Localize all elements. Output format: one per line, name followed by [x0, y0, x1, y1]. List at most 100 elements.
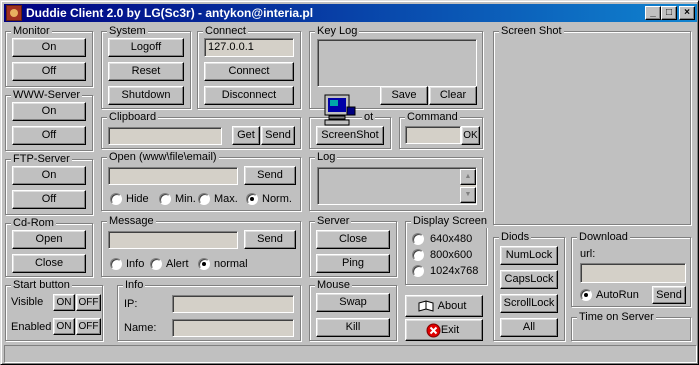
system-group-title: System — [107, 24, 148, 38]
resolution-1024-radio[interactable] — [412, 265, 424, 277]
shutdown-button[interactable]: Shutdown — [108, 86, 184, 105]
keylog-clear-button[interactable]: Clear — [429, 86, 477, 105]
time-on-server-group-title: Time on Server — [577, 310, 656, 324]
command-ok-button[interactable]: OK — [461, 126, 480, 145]
screenshot-button[interactable]: ScreenShot — [316, 126, 384, 145]
enabled-on-button[interactable]: ON — [53, 318, 75, 335]
download-group-title: Download — [577, 230, 630, 244]
open-group: Open (www\file\email) Send Hide Min. Max… — [101, 150, 301, 211]
log-scroll-down-button[interactable]: ▼ — [460, 187, 476, 203]
clipboard-group-title: Clipboard — [107, 110, 159, 124]
info-name-field[interactable] — [172, 319, 294, 337]
log-scrollbar[interactable]: ▲ ▼ — [460, 169, 476, 203]
max-label: Max. — [214, 193, 238, 205]
screen-shot-view[interactable] — [497, 38, 687, 220]
all-diods-button[interactable]: All — [500, 318, 558, 337]
server-ping-button[interactable]: Ping — [316, 254, 390, 273]
info-radio[interactable] — [110, 258, 122, 270]
server-close-button[interactable]: Close — [316, 230, 390, 249]
open-input[interactable] — [108, 167, 238, 185]
exit-button-label: Exit — [440, 324, 460, 336]
disconnect-button[interactable]: Disconnect — [204, 86, 294, 105]
exit-button[interactable]: Exit — [405, 319, 483, 341]
monitor-off-button[interactable]: Off — [12, 62, 86, 81]
info-ip-field[interactable] — [172, 295, 294, 313]
about-button-label: About — [437, 300, 467, 312]
app-icon[interactable] — [6, 5, 22, 21]
visible-label: Visible — [11, 296, 44, 308]
message-send-button[interactable]: Send — [244, 230, 296, 249]
ip-address-input[interactable]: 127.0.0.1 — [204, 38, 294, 57]
command-input[interactable] — [405, 126, 461, 144]
diods-group-title: Diods — [499, 230, 532, 244]
download-send-button[interactable]: Send — [652, 286, 686, 304]
reset-button[interactable]: Reset — [108, 62, 184, 81]
enabled-label: Enabled — [11, 321, 52, 333]
book-icon — [418, 300, 434, 312]
visible-off-button[interactable]: OFF — [76, 294, 101, 311]
monitor-on-button[interactable]: On — [12, 38, 86, 57]
diods-group: Diods NumLock CapsLock ScrollLock All — [493, 230, 565, 341]
min-radio[interactable] — [159, 193, 171, 205]
connect-button[interactable]: Connect — [204, 62, 294, 81]
visible-on-button[interactable]: ON — [53, 294, 75, 311]
autorun-radio[interactable] — [580, 289, 592, 301]
message-input[interactable] — [108, 231, 238, 249]
norm-radio[interactable] — [246, 193, 258, 205]
download-url-label: url: — [580, 248, 596, 260]
message-group-title: Message — [107, 214, 156, 228]
keylog-save-button[interactable]: Save — [380, 86, 428, 105]
capslock-button[interactable]: CapsLock — [500, 270, 558, 289]
close-button[interactable]: × — [679, 6, 695, 20]
server-group-title: Server — [315, 214, 352, 228]
alert-radio[interactable] — [150, 258, 162, 270]
clipboard-get-button[interactable]: Get — [232, 126, 260, 145]
connect-group-title: Connect — [203, 24, 248, 38]
autorun-label: AutoRun — [596, 289, 639, 301]
hide-radio[interactable] — [110, 193, 122, 205]
log-group: Log ▲ ▼ — [309, 150, 483, 211]
cdrom-open-button[interactable]: Open — [12, 230, 86, 249]
hide-label: Hide — [126, 193, 149, 205]
open-send-button[interactable]: Send — [244, 166, 296, 185]
clipboard-group: Clipboard Get Send — [101, 110, 301, 149]
clipboard-input[interactable] — [108, 127, 222, 145]
www-server-off-button[interactable]: Off — [12, 126, 86, 145]
mouse-kill-button[interactable]: Kill — [316, 318, 390, 337]
status-bar — [4, 345, 697, 363]
mouse-group-title: Mouse — [315, 278, 353, 292]
connect-group: Connect 127.0.0.1 Connect Disconnect — [197, 24, 301, 109]
numlock-button[interactable]: NumLock — [500, 246, 558, 265]
cdrom-group: Cd-Rom Open Close — [5, 216, 93, 277]
mouse-swap-button[interactable]: Swap — [316, 293, 390, 312]
exit-icon — [426, 323, 441, 338]
log-scroll-up-button[interactable]: ▲ — [460, 169, 476, 185]
keylog-textarea[interactable] — [317, 39, 477, 87]
www-server-group: WWW-Server On Off — [5, 88, 93, 151]
scrolllock-button[interactable]: ScrollLock — [500, 294, 558, 313]
display-screen-group: Display Screen 640x480 800x600 1024x768 — [405, 214, 489, 285]
max-radio[interactable] — [198, 193, 210, 205]
title-bar[interactable]: Duddie Client 2.0 by LG(Sc3r) - antykon@… — [4, 4, 697, 22]
logoff-button[interactable]: Logoff — [108, 38, 184, 57]
main-window: Duddie Client 2.0 by LG(Sc3r) - antykon@… — [0, 0, 699, 365]
resolution-640-radio[interactable] — [412, 233, 424, 245]
enabled-off-button[interactable]: OFF — [76, 318, 101, 335]
info-name-label: Name: — [124, 322, 157, 334]
minimize-button[interactable]: _ — [645, 6, 661, 20]
clipboard-send-button[interactable]: Send — [261, 126, 295, 145]
normal-radio[interactable] — [198, 258, 210, 270]
log-textarea[interactable]: ▲ ▼ — [317, 167, 477, 205]
cdrom-close-button[interactable]: Close — [12, 254, 86, 273]
download-url-input[interactable] — [580, 263, 686, 283]
maximize-button[interactable]: □ — [661, 6, 677, 20]
ftp-server-on-button[interactable]: On — [12, 166, 86, 185]
server-group: Server Close Ping — [309, 214, 397, 277]
www-server-group-title: WWW-Server — [11, 88, 83, 102]
www-server-on-button[interactable]: On — [12, 102, 86, 121]
resolution-800-radio[interactable] — [412, 249, 424, 261]
info-ip-label: IP: — [124, 298, 138, 310]
about-button[interactable]: About — [405, 295, 483, 317]
ftp-server-off-button[interactable]: Off — [12, 190, 86, 209]
resolution-800-label: 800x600 — [430, 249, 473, 261]
